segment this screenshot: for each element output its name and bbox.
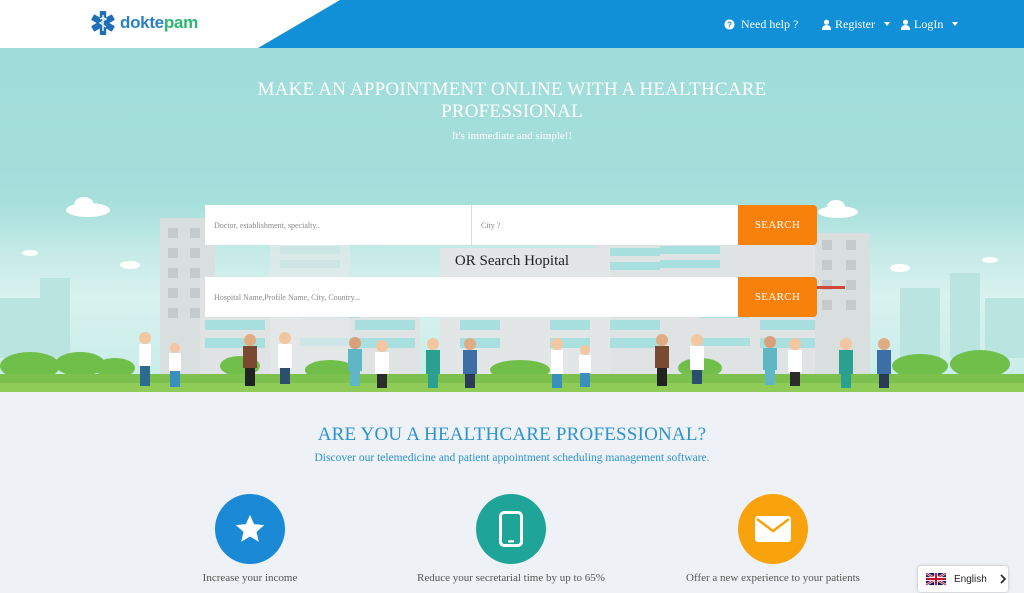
doktepam-logo[interactable]: doktepam — [90, 10, 198, 36]
login-label: LogIn — [914, 16, 944, 31]
feature-label: Increase your income — [202, 572, 298, 584]
pro-section-title: ARE YOU A HEALTHCARE PROFESSIONAL? — [317, 424, 707, 445]
doctor-search-bar: SEARCH — [205, 205, 817, 245]
star-of-life-icon — [91, 11, 115, 35]
top-header: doktepam ? Need help ? Register LogIn — [0, 0, 1024, 48]
language-selector[interactable]: English — [918, 566, 1008, 592]
feature-new-experience: Offer a new experience to your patients — [673, 494, 873, 584]
envelope-icon — [738, 494, 808, 564]
hero-title: MAKE AN APPOINTMENT ONLINE WITH A HEALTH… — [257, 79, 767, 122]
uk-flag-icon — [926, 573, 946, 585]
hospital-search-button[interactable]: SEARCH — [738, 277, 817, 317]
or-search-hospital-label: OR Search Hopital — [454, 253, 570, 269]
smartphone-icon — [476, 494, 546, 564]
need-help-label: Need help ? — [741, 16, 799, 31]
svg-text:?: ? — [727, 20, 732, 29]
hero-banner: MAKE AN APPOINTMENT ONLINE WITH A HEALTH… — [0, 48, 1024, 392]
need-help-link[interactable]: ? Need help ? — [724, 0, 798, 48]
chevron-right-icon — [1000, 574, 1006, 584]
logo-text: doktepam — [120, 13, 198, 32]
pro-section-subtitle: Discover our telemedicine and patient ap… — [314, 452, 710, 464]
feature-reduce-time: Reduce your secretarial time by up to 65… — [411, 494, 611, 584]
login-dropdown[interactable]: LogIn — [900, 0, 959, 48]
city-input[interactable] — [472, 205, 738, 245]
user-icon — [900, 19, 911, 30]
hospital-search-input[interactable] — [205, 277, 738, 317]
search-button[interactable]: SEARCH — [738, 205, 817, 245]
feature-label: Offer a new experience to your patients — [686, 572, 860, 584]
register-label: Register — [835, 16, 875, 31]
register-dropdown[interactable]: Register — [821, 0, 890, 48]
language-label: English — [954, 573, 987, 585]
star-icon — [215, 494, 285, 564]
doctor-search-input[interactable] — [205, 205, 472, 245]
chevron-down-icon — [952, 22, 959, 26]
hospital-search-bar: SEARCH — [205, 277, 817, 317]
chevron-down-icon — [884, 22, 890, 26]
user-icon — [821, 19, 832, 30]
question-circle-icon: ? — [724, 18, 735, 30]
hero-subtitle: It's immediate and simple!! — [451, 130, 573, 142]
feature-increase-income: Increase your income — [150, 494, 350, 584]
feature-label: Reduce your secretarial time by up to 65… — [417, 572, 605, 584]
